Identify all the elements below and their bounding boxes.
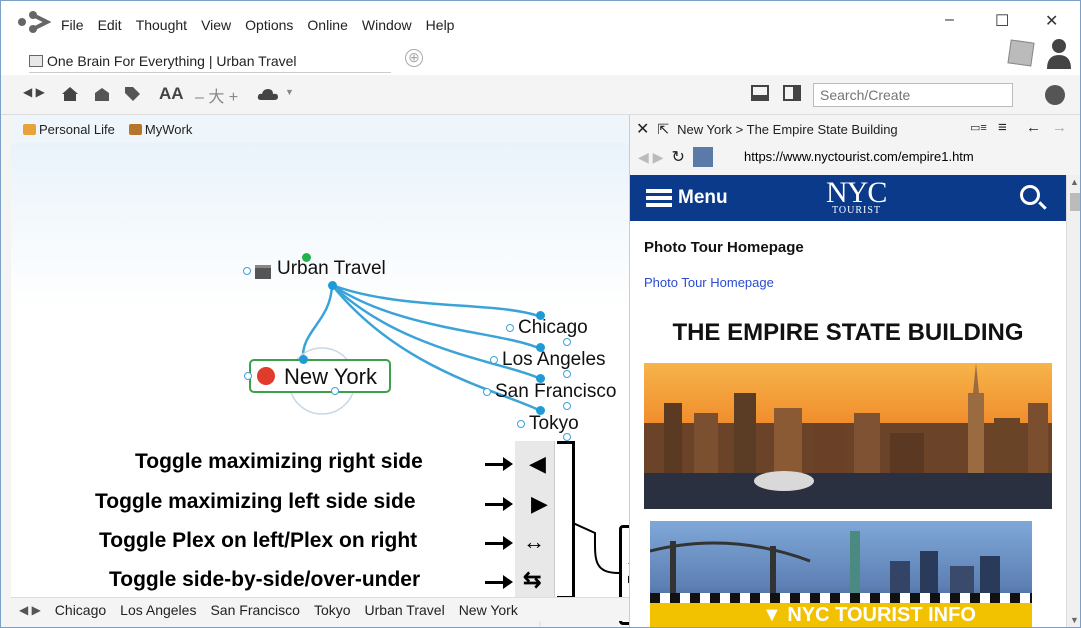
gate-dot[interactable] [536, 311, 545, 320]
thought-urban-travel[interactable]: Urban Travel [277, 258, 386, 280]
active-parent-gate[interactable] [299, 355, 308, 364]
thought-tokyo[interactable]: Tokyo [529, 413, 579, 435]
arrow-icon [485, 536, 513, 550]
site-logo[interactable]: NYC [826, 178, 887, 208]
thought-los-angeles[interactable]: Los Angeles [502, 349, 606, 371]
building-icon [255, 265, 271, 279]
web-scrollbar[interactable]: ▲ ▼ [1066, 175, 1080, 627]
recent-thought[interactable]: Chicago [55, 602, 106, 618]
hamburger-icon[interactable] [646, 189, 672, 207]
recent-thought[interactable]: Urban Travel [365, 602, 445, 618]
page-heading: THE EMPIRE STATE BUILDING [672, 319, 1024, 346]
attachment-breadcrumb: New York > The Empire State Building [677, 121, 898, 137]
recent-thought[interactable]: San Francisco [210, 602, 299, 618]
site-logo-sub: TOURIST [832, 205, 882, 216]
refresh-icon[interactable]: ↻ [671, 147, 684, 167]
recent-thought[interactable]: Los Angeles [120, 602, 196, 618]
photo-tour-link[interactable]: Photo Tour Homepage [644, 275, 774, 290]
scroll-down-icon[interactable]: ▼ [1070, 615, 1079, 625]
browser-back-icon[interactable]: ◀ ▶ [638, 149, 663, 166]
gate-dot[interactable] [536, 374, 545, 383]
gate-dot[interactable] [536, 343, 545, 352]
gate-ring[interactable] [563, 338, 571, 346]
site-menu-label[interactable]: Menu [678, 187, 728, 209]
callout-plex: Toggle Plex on left/Plex on right [97, 529, 420, 553]
arrow-icon [485, 497, 513, 511]
plex-side-button[interactable]: ↔ [523, 531, 545, 553]
arrow-icon [485, 457, 513, 471]
search-icon[interactable] [1020, 185, 1040, 205]
recent-thought[interactable]: New York [459, 602, 518, 618]
thought-san-francisco[interactable]: San Francisco [495, 381, 616, 403]
forward-icon[interactable]: → [1052, 119, 1067, 136]
url-field[interactable]: https://www.nyctourist.com/empire1.htm [744, 149, 974, 164]
recent-thought[interactable]: Tokyo [314, 602, 351, 618]
thought-list-bar: ◀ ▶ Chicago Los Angeles San Francisco To… [11, 597, 629, 621]
scroll-left-icon[interactable]: ◀ ▶ [19, 603, 41, 617]
back-icon[interactable]: ← [1026, 119, 1041, 136]
scroll-up-icon[interactable]: ▲ [1070, 177, 1079, 187]
url-row: ◀ ▶ ↻ https://www.nyctourist.com/empire1… [630, 143, 1080, 171]
gate-ring[interactable] [563, 370, 571, 378]
gate-ring[interactable] [563, 433, 571, 441]
notes-icon[interactable]: ▭≡ [970, 121, 987, 134]
list-icon[interactable]: ≡ [998, 119, 1007, 136]
callout-layout: Toggle side-by-side/over-under [107, 568, 423, 592]
attachment-pane: ✕ ⇱ New York > The Empire State Building… [629, 115, 1080, 627]
tourist-info-label[interactable]: ▼ NYC TOURIST INFO [762, 604, 976, 627]
site-navbar: Menu NYC TOURIST [630, 175, 1066, 221]
callout-connector [573, 522, 620, 574]
layout-toggle-button[interactable]: ⇆ [523, 569, 541, 591]
web-view[interactable]: Menu NYC TOURIST Photo Tour Homepage Pho… [630, 175, 1066, 627]
jump-gate[interactable] [483, 388, 491, 396]
jump-gate[interactable] [517, 420, 525, 428]
attachment-header: ✕ ⇱ New York > The Empire State Building… [630, 115, 1080, 143]
close-attachment-icon[interactable]: ✕ [636, 119, 649, 139]
callout-max-left: Toggle maximizing left side side [93, 490, 418, 514]
open-external-icon[interactable]: ⇱ [657, 121, 669, 138]
app-window: File Edit Thought View Options Online Wi… [0, 0, 1081, 628]
jump-gate[interactable] [490, 356, 498, 364]
skyline-photo [644, 363, 1052, 509]
gate-ring[interactable] [563, 402, 571, 410]
thought-chicago[interactable]: Chicago [518, 317, 588, 339]
active-jump-gate[interactable] [244, 372, 252, 380]
maximize-left-button[interactable]: ▶ [531, 493, 548, 515]
page-title: Photo Tour Homepage [644, 239, 804, 256]
gate-dot[interactable] [536, 406, 545, 415]
jump-gate[interactable] [243, 267, 251, 275]
arrow-icon [485, 575, 513, 589]
child-gate[interactable] [328, 281, 337, 290]
thought-new-york[interactable]: New York [284, 364, 377, 390]
scroll-thumb[interactable] [1070, 193, 1080, 211]
maximize-right-button[interactable]: ◀ [529, 453, 546, 475]
apple-icon [257, 367, 275, 385]
site-favicon-icon [692, 147, 713, 167]
callout-max-right: Toggle maximizing right side [91, 450, 425, 474]
jump-gate[interactable] [506, 324, 514, 332]
